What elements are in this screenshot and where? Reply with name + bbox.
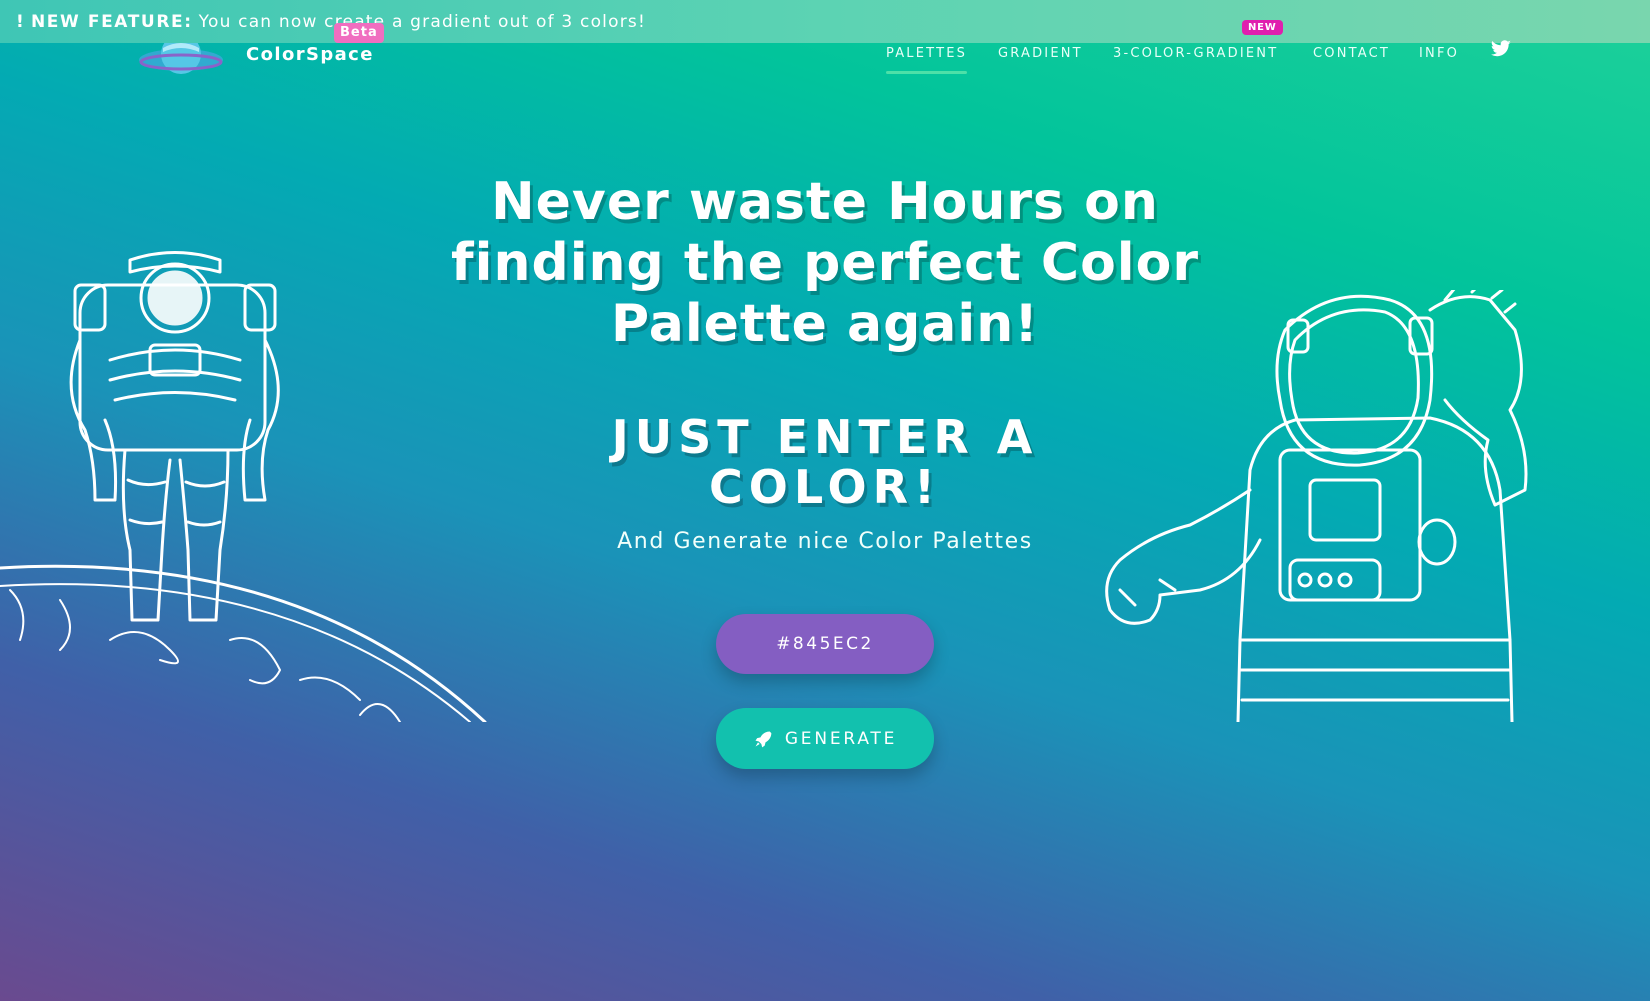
- astronaut-on-planet-illustration: [0, 251, 487, 722]
- banner-tag: NEW FEATURE:: [30, 11, 193, 32]
- hero-description: And Generate nice Color Palettes: [617, 529, 1033, 554]
- banner-exclamation: !: [16, 11, 25, 32]
- new-badge: NEW: [1242, 20, 1283, 35]
- main-nav: PALETTES GRADIENT 3-COLOR-GRADIENT CONTA…: [0, 43, 1650, 83]
- nav-3-color-gradient[interactable]: 3-COLOR-GRADIENT: [1113, 46, 1278, 61]
- nav-gradient[interactable]: GRADIENT: [998, 46, 1083, 61]
- hero-title: Never waste Hours on finding the perfect…: [451, 172, 1199, 354]
- announcement-banner: ! NEW FEATURE: You can now create a grad…: [0, 0, 1650, 43]
- hero-subtitle: JUST ENTER A COLOR!: [611, 410, 1039, 514]
- generate-button[interactable]: GENERATE: [716, 708, 934, 769]
- beta-badge: Beta: [334, 23, 384, 43]
- nav-palettes[interactable]: PALETTES: [886, 46, 968, 74]
- color-input[interactable]: [716, 614, 934, 674]
- nav-info[interactable]: INFO: [1419, 46, 1459, 61]
- generate-label: GENERATE: [784, 728, 898, 749]
- twitter-icon[interactable]: [1490, 40, 1512, 58]
- banner-message: You can now create a gradient out of 3 c…: [198, 11, 646, 32]
- nav-contact[interactable]: CONTACT: [1313, 46, 1390, 61]
- rocket-icon: [755, 731, 772, 747]
